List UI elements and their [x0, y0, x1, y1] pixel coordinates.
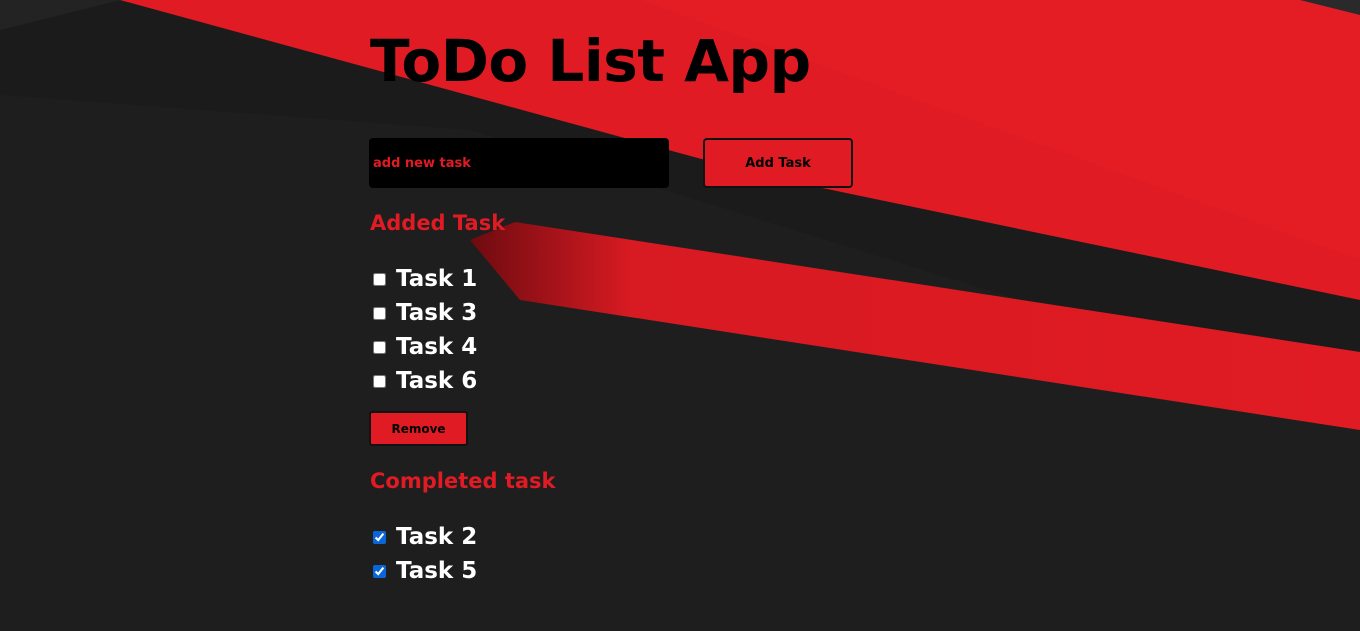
completed-task-heading: Completed task [370, 469, 556, 493]
added-task-heading: Added Task [370, 211, 506, 235]
page-title: ToDo List App [370, 27, 811, 95]
task-label: Task 2 [396, 524, 478, 550]
list-item: Task 1 [373, 262, 477, 296]
task-checkbox[interactable] [373, 564, 386, 578]
task-checkbox[interactable] [373, 340, 386, 354]
completed-task-list: Task 2 Task 5 [373, 520, 477, 588]
task-label: Task 3 [396, 300, 478, 326]
task-label: Task 4 [396, 334, 478, 360]
list-item: Task 5 [373, 554, 477, 588]
list-item: Task 2 [373, 520, 477, 554]
list-item: Task 4 [373, 330, 477, 364]
new-task-input[interactable] [369, 138, 669, 188]
task-checkbox[interactable] [373, 272, 386, 286]
list-item: Task 6 [373, 364, 477, 398]
task-label: Task 5 [396, 558, 478, 584]
task-label: Task 1 [396, 266, 478, 292]
task-checkbox[interactable] [373, 306, 386, 320]
remove-button[interactable]: Remove [369, 411, 468, 446]
task-checkbox[interactable] [373, 530, 386, 544]
task-checkbox[interactable] [373, 374, 386, 388]
task-label: Task 6 [396, 368, 478, 394]
list-item: Task 3 [373, 296, 477, 330]
add-task-button[interactable]: Add Task [703, 138, 853, 188]
added-task-list: Task 1 Task 3 Task 4 Task 6 [373, 262, 477, 398]
